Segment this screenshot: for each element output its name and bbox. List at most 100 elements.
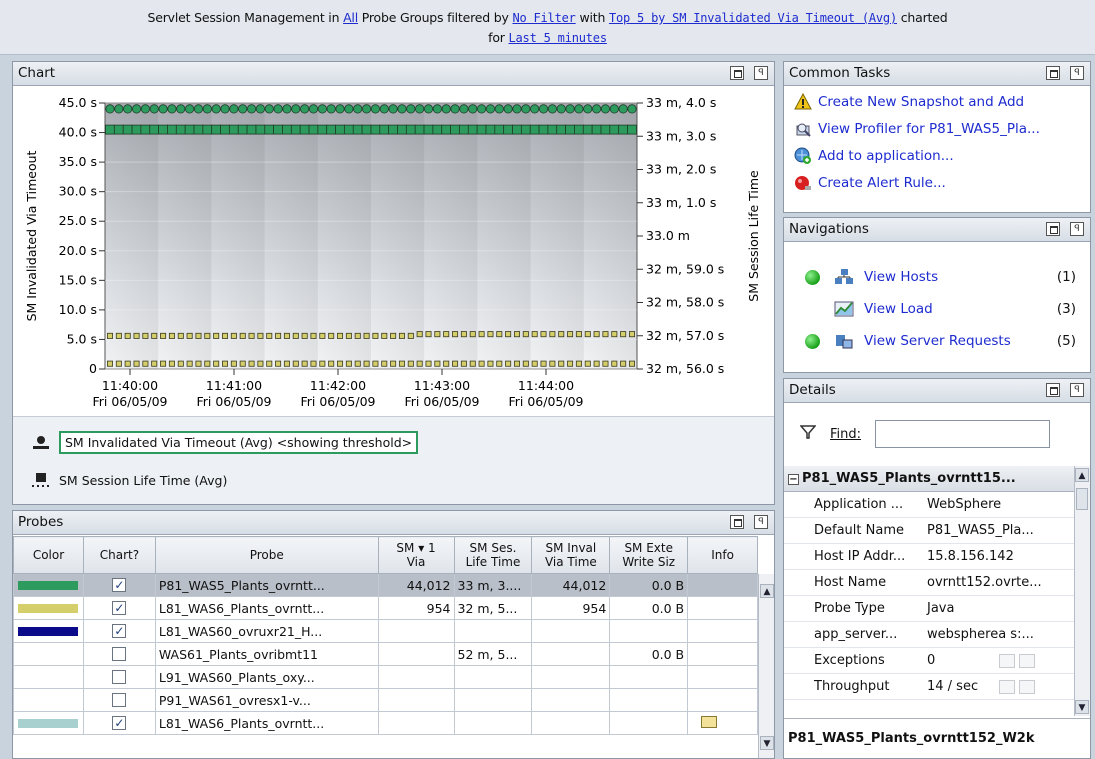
right-axis-label: SM Session Life Time [746, 170, 761, 302]
details-row[interactable]: Application ... WebSphere [784, 492, 1074, 518]
maximize-icon[interactable] [1046, 383, 1060, 397]
scroll-thumb[interactable] [1076, 488, 1088, 510]
details-row[interactable]: Host Name ovrntt152.ovrte... [784, 570, 1074, 596]
data-point [292, 332, 299, 339]
task-label[interactable]: Add to application... [818, 148, 954, 164]
data-point [618, 124, 629, 135]
task-create-alert[interactable]: Create Alert Rule... [784, 169, 1090, 196]
scroll-up-icon[interactable]: ▲ [760, 584, 774, 598]
details-row[interactable]: Probe Type Java [784, 596, 1074, 622]
maximize-icon[interactable] [1046, 66, 1060, 80]
chart-checkbox[interactable] [112, 647, 127, 661]
trend-chart-icon[interactable] [1019, 653, 1035, 668]
details-row[interactable]: app_server... webspherea s:... [784, 622, 1074, 648]
chart-checkbox-cell: ✓ [82, 596, 156, 620]
legend-item[interactable]: SM Session Life Time (Avg) [31, 472, 227, 488]
pin-icon[interactable]: ꟼ [1070, 66, 1084, 80]
chart-checkbox[interactable]: ✓ [112, 578, 127, 592]
trend-chart-icon[interactable] [1019, 679, 1035, 694]
collapse-icon[interactable]: − [788, 474, 799, 485]
find-row: Find: [784, 404, 1090, 464]
chart-checkbox[interactable]: ✓ [112, 624, 127, 638]
filter-icon[interactable] [799, 424, 817, 444]
column-header[interactable]: SM Ses. Life Time [453, 536, 533, 574]
table-row[interactable]: ✓ L81_WAS60_ovruxr21_H... [13, 619, 758, 643]
legend-item[interactable]: SM Invalidated Via Timeout (Avg) <showin… [31, 431, 419, 454]
data-point [149, 104, 159, 114]
pin-icon[interactable]: ꟼ [754, 515, 768, 529]
data-point [167, 104, 177, 114]
nav-count: (3) [1056, 301, 1076, 317]
details-row[interactable]: Default Name P81_WAS5_Pla... [784, 518, 1074, 544]
table-row[interactable]: ✓ P81_WAS5_Plants_ovrntt... 44,012 33 m, 3.… [13, 573, 758, 597]
maximize-icon[interactable] [730, 515, 744, 529]
color-cell [13, 688, 84, 712]
probe-group-link[interactable]: All [343, 10, 358, 25]
task-add-application[interactable]: Add to application... [784, 142, 1090, 169]
chart-checkbox[interactable] [112, 670, 127, 684]
column-header[interactable]: SM Inval Via Time [531, 536, 611, 574]
nav-link-label[interactable]: View Hosts [864, 269, 938, 285]
column-header[interactable]: Chart? [82, 536, 156, 574]
details-row[interactable]: Host IP Addr... 15.8.156.142 [784, 544, 1074, 570]
legend-label-life-time: SM Session Life Time (Avg) [59, 472, 228, 488]
task-label[interactable]: Create Alert Rule... [818, 175, 946, 191]
details-scrollbar[interactable]: ▲ ▼ [1074, 466, 1090, 716]
task-create-snapshot[interactable]: Create New Snapshot and Add [784, 88, 1090, 115]
probe-name-cell: L91_WAS60_Plants_oxy... [154, 665, 379, 689]
column-header[interactable]: Color [13, 536, 84, 574]
data-point [478, 331, 485, 338]
scroll-up-icon[interactable]: ▲ [1075, 468, 1089, 482]
column-header[interactable]: SM Exte Write Siz [609, 536, 689, 574]
header-text: charted [896, 10, 948, 25]
pin-icon[interactable]: ꟼ [1070, 222, 1084, 236]
data-point [494, 124, 505, 135]
left-tick-label: 45.0 s [59, 95, 97, 110]
data-point [300, 104, 310, 114]
warning-icon[interactable] [999, 679, 1015, 694]
table-row[interactable]: ✓ L81_WAS6_Plants_ovrntt... 954 32 m, 5... 9… [13, 596, 758, 620]
time-range-link[interactable]: Last 5 minutes [509, 31, 608, 45]
table-row[interactable]: L91_WAS60_Plants_oxy... [13, 665, 758, 689]
column-header[interactable]: SM ▾ 1 Via [377, 536, 455, 574]
probes-panel-title: Probes ꟼ [13, 511, 774, 535]
data-point [282, 124, 292, 135]
nav-view-server-requests[interactable]: View Server Requests (5) [784, 325, 1090, 357]
x-tick-date: Fri 06/05/09 [92, 394, 167, 409]
pin-icon[interactable]: ꟼ [754, 66, 768, 80]
nav-link-label[interactable]: View Load [864, 301, 933, 317]
via-cell [377, 688, 455, 712]
maximize-icon[interactable] [730, 66, 744, 80]
details-row[interactable]: Throughput 14 / sec [784, 674, 1074, 700]
scroll-down-icon[interactable]: ▼ [1075, 700, 1089, 714]
nav-view-load[interactable]: View Load (3) [784, 293, 1090, 325]
top-metric-link[interactable]: Top 5 by SM Invalidated Via Timeout (Avg… [609, 11, 897, 25]
warning-icon[interactable] [999, 653, 1015, 668]
scroll-down-icon[interactable]: ▼ [760, 736, 774, 750]
details-group-header[interactable]: − P81_WAS5_Plants_ovrntt15... [784, 466, 1074, 492]
pin-icon[interactable]: ꟼ [1070, 383, 1084, 397]
panel-title-text: Probes [18, 514, 64, 530]
find-input[interactable] [875, 420, 1051, 448]
data-point [611, 331, 618, 338]
note-icon[interactable] [701, 715, 718, 728]
task-label[interactable]: Create New Snapshot and Add [818, 94, 1024, 110]
probes-scrollbar[interactable]: ▲ ▼ [758, 574, 774, 758]
column-header[interactable]: Info [687, 536, 758, 574]
table-row[interactable]: WAS61_Plants_ovribmt11 52 m, 5... 0.0 B [13, 642, 758, 666]
task-view-profiler[interactable]: View Profiler for P81_WAS5_Pla... [784, 115, 1090, 142]
filter-link[interactable]: No Filter [512, 11, 575, 25]
left-tick-label: 5.0 s [67, 331, 97, 346]
details-row[interactable]: Exceptions 0 [784, 648, 1074, 674]
column-header[interactable]: Probe [154, 536, 379, 574]
table-row[interactable]: ✓ L81_WAS6_Plants_ovrntt... [13, 711, 758, 735]
chart-checkbox[interactable]: ✓ [112, 601, 127, 615]
invalidated-cell [531, 711, 611, 735]
maximize-icon[interactable] [1046, 222, 1060, 236]
table-row[interactable]: P91_WAS61_ovresx1-v... [13, 688, 758, 712]
nav-view-hosts[interactable]: View Hosts (1) [784, 261, 1090, 293]
chart-checkbox[interactable] [112, 693, 127, 707]
task-label[interactable]: View Profiler for P81_WAS5_Pla... [818, 121, 1040, 137]
nav-link-label[interactable]: View Server Requests [864, 333, 1011, 349]
chart-checkbox[interactable]: ✓ [112, 716, 127, 730]
